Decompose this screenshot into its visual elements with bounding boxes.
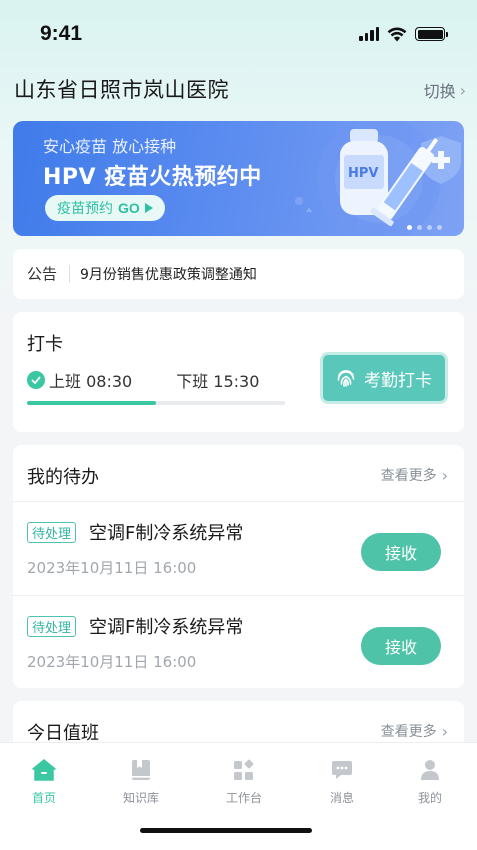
play-triangle-icon — [144, 203, 153, 213]
todo-item[interactable]: 待处理 空调F制冷系统异常 2023年10月11日 16:00 接收 — [13, 596, 464, 689]
clock-in-label: 考勤打卡 — [364, 370, 432, 391]
chevron-right-icon: › — [441, 465, 448, 485]
checkin-title: 打卡 — [27, 334, 63, 355]
todo-card: 我的待办 查看更多 › 待处理 空调F制冷系统异常 2023年10月11日 16… — [13, 445, 464, 688]
carousel-dot[interactable] — [437, 225, 442, 230]
vial-label: HPV — [348, 166, 378, 181]
user-icon — [421, 760, 439, 780]
chevron-right-icon: › — [441, 721, 448, 741]
bottom-tab-bar: 首页 知识库 工作台 消息 我的 — [0, 742, 477, 850]
vaccine-illustration: HPV — [295, 121, 461, 236]
shift-progress-bar — [27, 401, 285, 405]
todo-title: 我的待办 — [27, 467, 99, 488]
tab-knowledge[interactable]: 知识库 — [101, 759, 181, 806]
tab-label: 知识库 — [122, 791, 159, 805]
duty-view-more[interactable]: 查看更多 › — [381, 721, 448, 741]
page-header: 山东省日照市岚山医院 切换 › — [14, 74, 466, 104]
banner-subtitle: 安心疫苗 放心接种 — [43, 137, 177, 156]
view-more-label: 查看更多 — [380, 724, 437, 740]
todo-item-title: 空调F制冷系统异常 — [89, 617, 244, 638]
carousel-dot[interactable] — [427, 225, 432, 230]
book-icon — [132, 760, 150, 780]
off-duty-time: 下班 15:30 — [176, 372, 260, 391]
signal-icon — [359, 27, 379, 41]
check-circle-icon — [27, 371, 45, 389]
todo-item-time: 2023年10月11日 16:00 — [27, 559, 197, 577]
tab-label: 我的 — [417, 791, 442, 805]
home-icon — [32, 759, 56, 781]
tab-workbench[interactable]: 工作台 — [204, 759, 284, 806]
shift-row: 上班 08:30 下班 15:30 — [27, 368, 259, 392]
grid-icon — [234, 759, 254, 780]
accept-button[interactable]: 接收 — [361, 627, 441, 665]
tab-label: 首页 — [31, 791, 56, 805]
status-icons — [359, 25, 448, 43]
todo-view-more[interactable]: 查看更多 › — [381, 465, 448, 485]
status-badge: 待处理 — [27, 522, 77, 543]
carousel-dot[interactable] — [417, 225, 422, 230]
notice-tag: 公告 — [27, 265, 71, 283]
carousel-dot[interactable] — [407, 225, 412, 230]
todo-item-title: 空调F制冷系统异常 — [89, 523, 244, 544]
shift-progress-fill — [27, 401, 156, 405]
carousel-dots — [407, 225, 442, 230]
tab-label: 消息 — [329, 791, 354, 805]
promo-banner[interactable]: HPV 安心疫苗 放心接种 HPV 疫苗火热预约中 疫苗预约 GO — [13, 121, 464, 236]
vaccine-booking-button[interactable]: 疫苗预约 GO — [45, 195, 165, 221]
todo-item[interactable]: 待处理 空调F制冷系统异常 2023年10月11日 16:00 接收 — [13, 502, 464, 595]
status-badge: 待处理 — [27, 616, 77, 637]
switch-label: 切换 — [423, 82, 456, 101]
notice-text[interactable]: 9月份销售优惠政策调整通知 — [80, 264, 257, 284]
fingerprint-icon — [337, 370, 355, 387]
battery-icon — [415, 27, 448, 41]
todo-item-time: 2023年10月11日 16:00 — [27, 653, 197, 671]
view-more-label: 查看更多 — [380, 468, 437, 484]
booking-label: 疫苗预约 — [57, 201, 113, 217]
tab-profile[interactable]: 我的 — [390, 759, 470, 806]
status-bar: 9:41 — [0, 0, 477, 64]
hospital-name: 山东省日照市岚山医院 — [14, 78, 229, 102]
notice-bar[interactable]: 公告 9月份销售优惠政策调整通知 — [13, 249, 464, 299]
on-duty-time: 上班 08:30 — [49, 372, 133, 391]
message-icon — [332, 761, 352, 779]
tab-label: 工作台 — [225, 791, 262, 805]
checkin-card: 打卡 上班 08:30 下班 15:30 考勤打卡 — [13, 312, 464, 432]
status-time: 9:41 — [40, 22, 83, 45]
booking-go-label: GO — [118, 200, 140, 216]
chevron-right-icon: › — [459, 80, 466, 100]
banner-title: HPV 疫苗火热预约中 — [43, 165, 262, 190]
wifi-icon — [387, 27, 407, 41]
clock-in-button[interactable]: 考勤打卡 — [320, 352, 448, 404]
accept-button[interactable]: 接收 — [361, 533, 441, 571]
tab-home[interactable]: 首页 — [4, 759, 84, 806]
tab-messages[interactable]: 消息 — [302, 759, 382, 806]
switch-button[interactable]: 切换 › — [424, 78, 466, 102]
home-indicator — [140, 828, 312, 833]
